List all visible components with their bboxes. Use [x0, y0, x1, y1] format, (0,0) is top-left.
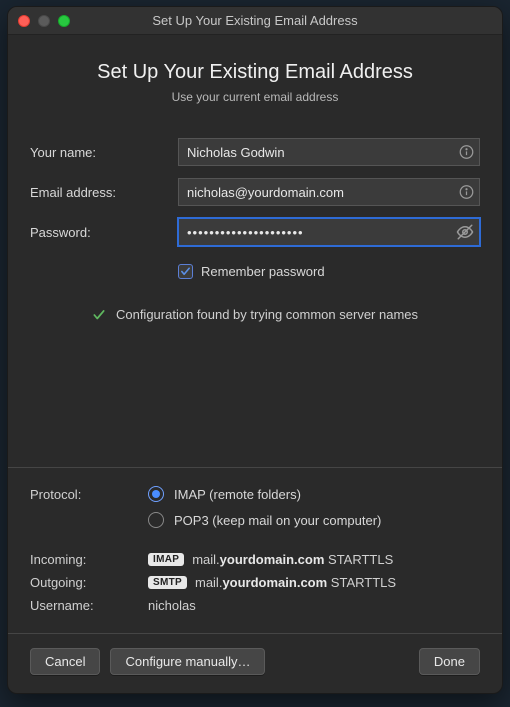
password-label: Password: — [30, 225, 178, 240]
incoming-badge: IMAP — [148, 553, 184, 566]
footer: Cancel Configure manually… Done — [8, 634, 502, 693]
configure-manually-button[interactable]: Configure manually… — [110, 648, 265, 675]
info-icon[interactable] — [459, 185, 474, 200]
window-title: Set Up Your Existing Email Address — [8, 13, 502, 28]
outgoing-badge: SMTP — [148, 576, 187, 589]
check-icon — [92, 308, 106, 322]
remember-password-checkbox[interactable] — [178, 264, 193, 279]
page-subtitle: Use your current email address — [30, 90, 480, 104]
done-button[interactable]: Done — [419, 648, 480, 675]
page-title: Set Up Your Existing Email Address — [30, 61, 480, 84]
protocol-pop3-label: POP3 (keep mail on your computer) — [174, 513, 381, 528]
close-window-icon[interactable] — [18, 15, 30, 27]
username-label: Username: — [30, 598, 148, 613]
cancel-button[interactable]: Cancel — [30, 648, 100, 675]
protocol-label: Protocol: — [30, 487, 148, 502]
outgoing-label: Outgoing: — [30, 575, 148, 590]
outgoing-server: mail.yourdomain.com STARTTLS — [195, 575, 396, 590]
config-panel: Protocol: IMAP (remote folders) POP3 (ke… — [30, 468, 480, 633]
username-value: nicholas — [148, 598, 196, 613]
eye-slash-icon[interactable] — [456, 223, 474, 241]
remember-password-label: Remember password — [201, 264, 325, 279]
name-label: Your name: — [30, 145, 178, 160]
email-label: Email address: — [30, 185, 178, 200]
minimize-window-icon — [38, 15, 50, 27]
protocol-pop3-radio[interactable] — [148, 512, 164, 528]
name-input[interactable] — [178, 138, 480, 166]
protocol-imap-label: IMAP (remote folders) — [174, 487, 301, 502]
window-controls — [18, 15, 70, 27]
dialog-window: Set Up Your Existing Email Address Set U… — [7, 6, 503, 694]
protocol-imap-radio[interactable] — [148, 486, 164, 502]
incoming-label: Incoming: — [30, 552, 148, 567]
maximize-window-icon[interactable] — [58, 15, 70, 27]
status-message: Configuration found by trying common ser… — [116, 307, 418, 322]
password-input[interactable] — [178, 218, 480, 246]
titlebar: Set Up Your Existing Email Address — [8, 7, 502, 35]
incoming-server: mail.yourdomain.com STARTTLS — [192, 552, 393, 567]
status-row: Configuration found by trying common ser… — [30, 307, 480, 322]
email-input[interactable] — [178, 178, 480, 206]
info-icon[interactable] — [459, 145, 474, 160]
